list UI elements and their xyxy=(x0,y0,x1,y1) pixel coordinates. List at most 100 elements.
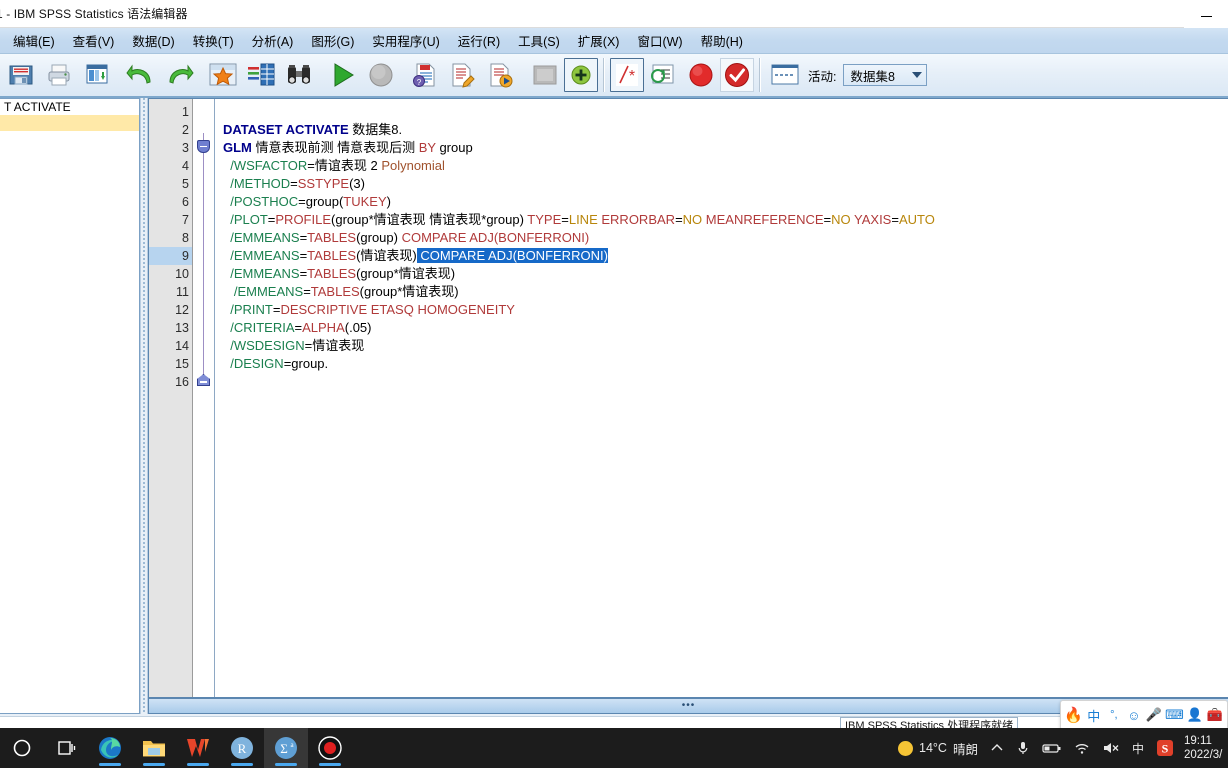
code-line[interactable] xyxy=(223,373,1228,391)
menu-run[interactable]: 运行(R) xyxy=(449,28,509,53)
menu-data[interactable]: 数据(D) xyxy=(123,28,183,53)
step-through-button[interactable] xyxy=(526,55,564,95)
menu-transform[interactable]: 转换(T) xyxy=(184,28,243,53)
screen-recorder-icon xyxy=(318,736,342,760)
line-number: 14 xyxy=(175,339,189,353)
code-line[interactable]: /WSFACTOR=情谊表现 2 Polynomial xyxy=(223,157,1228,175)
taskbar-spss[interactable]: Σ a xyxy=(264,728,308,768)
code-fold-column[interactable] xyxy=(193,99,215,697)
menu-window[interactable]: 窗口(W) xyxy=(628,28,691,53)
code-line[interactable]: /EMMEANS=TABLES(group) COMPARE ADJ(BONFE… xyxy=(223,229,1228,247)
validate-button[interactable] xyxy=(720,58,754,92)
code-line[interactable]: /POSTHOC=group(TUKEY) xyxy=(223,193,1228,211)
code-line[interactable]: GLM 情意表现前测 情意表现后测 BY group xyxy=(223,139,1228,157)
tray-overflow-button[interactable] xyxy=(984,728,1010,768)
save-button[interactable] xyxy=(2,55,40,95)
windows-taskbar: R Σ a 14°C 晴朗 中 S 19:11 2022/3/ xyxy=(0,728,1228,768)
syntax-editor[interactable]: 1 2 3 4 5 6 7 8 9 10 11 12 13 14 15 16 DATASET ACTIVATE… xyxy=(148,98,1228,698)
dataset-icon-button[interactable] xyxy=(766,55,804,95)
taskbar-recorder[interactable] xyxy=(308,728,352,768)
menu-help[interactable]: 帮助(H) xyxy=(692,28,752,53)
code-text-area[interactable]: DATASET ACTIVATE 数据集8. GLM 情意表现前测 情意表现后测 … xyxy=(215,99,1228,697)
voice-input-icon[interactable]: 🎤 xyxy=(1145,705,1163,725)
taskbar-clock[interactable]: 19:11 2022/3/ xyxy=(1180,728,1226,768)
code-line[interactable]: /PRINT=DESCRIPTIVE ETASQ HOMOGENEITY xyxy=(223,301,1228,319)
insert-breakpoint-button[interactable] xyxy=(564,58,598,92)
fold-shield-icon[interactable] xyxy=(197,140,210,153)
line-number: 2 xyxy=(182,123,189,137)
menu-extensions[interactable]: 扩展(X) xyxy=(569,28,629,53)
tray-battery[interactable] xyxy=(1036,728,1068,768)
menu-view[interactable]: 查看(V) xyxy=(64,28,124,53)
undo-button[interactable] xyxy=(122,55,160,95)
taskbar-start-button[interactable] xyxy=(0,728,44,768)
sogou-flame-icon[interactable]: 🔥 xyxy=(1064,705,1083,725)
soft-keyboard-icon[interactable]: ⌨ xyxy=(1165,705,1184,725)
fold-house-icon[interactable] xyxy=(197,374,210,386)
edit-syntax-button[interactable] xyxy=(444,55,482,95)
code-line[interactable]: /EMMEANS=TABLES(group*情谊表现) xyxy=(223,265,1228,283)
comment-toggle-button[interactable]: * xyxy=(610,58,644,92)
chinese-mode-icon[interactable]: 中 xyxy=(1085,705,1103,725)
task-view-icon xyxy=(58,741,76,755)
emoji-icon[interactable]: ☺ xyxy=(1125,705,1143,725)
code-line[interactable]: /WSDESIGN=情谊表现 xyxy=(223,337,1228,355)
nav-item[interactable] xyxy=(0,115,139,131)
menu-utilities[interactable]: 实用程序(U) xyxy=(363,28,448,53)
plus-circle-icon xyxy=(571,65,591,85)
autocomplete-icon xyxy=(651,64,674,84)
menu-analyze[interactable]: 分析(A) xyxy=(243,28,303,53)
code-token: /PRINT xyxy=(223,302,273,317)
code-line[interactable]: /METHOD=SSTYPE(3) xyxy=(223,175,1228,193)
code-token: TABLES xyxy=(310,284,360,299)
menu-edit[interactable]: 编辑(E) xyxy=(4,28,64,53)
redo-button[interactable] xyxy=(160,55,198,95)
stop-processor-button[interactable] xyxy=(682,55,720,95)
run-selection-button[interactable] xyxy=(482,55,520,95)
tray-sogou[interactable]: S xyxy=(1150,728,1180,768)
navigation-pane[interactable]: T ACTIVATE xyxy=(0,98,140,714)
user-account-icon[interactable]: 👤 xyxy=(1186,705,1204,725)
code-line[interactable] xyxy=(223,103,1228,121)
menu-tools[interactable]: 工具(S) xyxy=(509,28,569,53)
weather-widget[interactable]: 14°C 晴朗 xyxy=(892,739,984,758)
window-title: 1 - IBM SPSS Statistics 语法编辑器 xyxy=(0,7,188,21)
code-token: /CRITERIA xyxy=(223,320,295,335)
pane-splitter[interactable] xyxy=(140,98,148,714)
run-stop-button[interactable] xyxy=(362,55,400,95)
taskbar-file-explorer[interactable] xyxy=(132,728,176,768)
punctuation-mode-icon[interactable]: °, xyxy=(1105,705,1123,725)
nav-item[interactable]: T ACTIVATE xyxy=(0,99,139,115)
export-button[interactable] xyxy=(78,55,116,95)
taskbar-edge[interactable] xyxy=(88,728,132,768)
variables-button[interactable] xyxy=(242,55,280,95)
dataset-dropdown[interactable]: 数据集8 xyxy=(843,64,928,86)
code-line[interactable]: /EMMEANS=TABLES(group*情谊表现) xyxy=(223,283,1228,301)
taskbar-wps[interactable] xyxy=(176,728,220,768)
code-line[interactable]: /PLOT = PROFILE(group*情谊表现 情谊表现*group) TYP… xyxy=(223,211,1228,229)
minimize-button[interactable] xyxy=(1184,0,1228,28)
run-all-button[interactable] xyxy=(324,55,362,95)
taskbar-task-view-button[interactable] xyxy=(44,728,88,768)
find-button[interactable] xyxy=(280,55,318,95)
ime-toolbar[interactable]: 🔥 中 °, ☺ 🎤 ⌨ 👤 🧰 xyxy=(1060,700,1228,730)
print-button[interactable] xyxy=(40,55,78,95)
code-line[interactable]: DATASET ACTIVATE 数据集8. xyxy=(223,121,1228,139)
tray-wifi[interactable] xyxy=(1068,728,1096,768)
code-line[interactable]: /DESIGN=group. xyxy=(223,355,1228,373)
clock-time: 19:11 xyxy=(1184,735,1212,747)
code-line[interactable]: /EMMEANS=TABLES(情谊表现) COMPARE ADJ(BONFER… xyxy=(223,247,1228,265)
tray-volume[interactable] xyxy=(1096,728,1126,768)
auto-complete-button[interactable] xyxy=(644,55,682,95)
toolbox-icon[interactable]: 🧰 xyxy=(1206,705,1224,725)
code-token: = xyxy=(290,176,298,191)
code-token: /PLOT xyxy=(223,212,268,227)
code-line[interactable]: /CRITERIA=ALPHA(.05) xyxy=(223,319,1228,337)
menu-graphs[interactable]: 图形(G) xyxy=(302,28,363,53)
code-token: =group. xyxy=(283,356,329,371)
tray-ime-indicator[interactable]: 中 xyxy=(1126,728,1150,768)
taskbar-rstudio[interactable]: R xyxy=(220,728,264,768)
help-syntax-button[interactable]: ? xyxy=(406,55,444,95)
goto-case-button[interactable] xyxy=(204,55,242,95)
tray-microphone[interactable] xyxy=(1010,728,1036,768)
